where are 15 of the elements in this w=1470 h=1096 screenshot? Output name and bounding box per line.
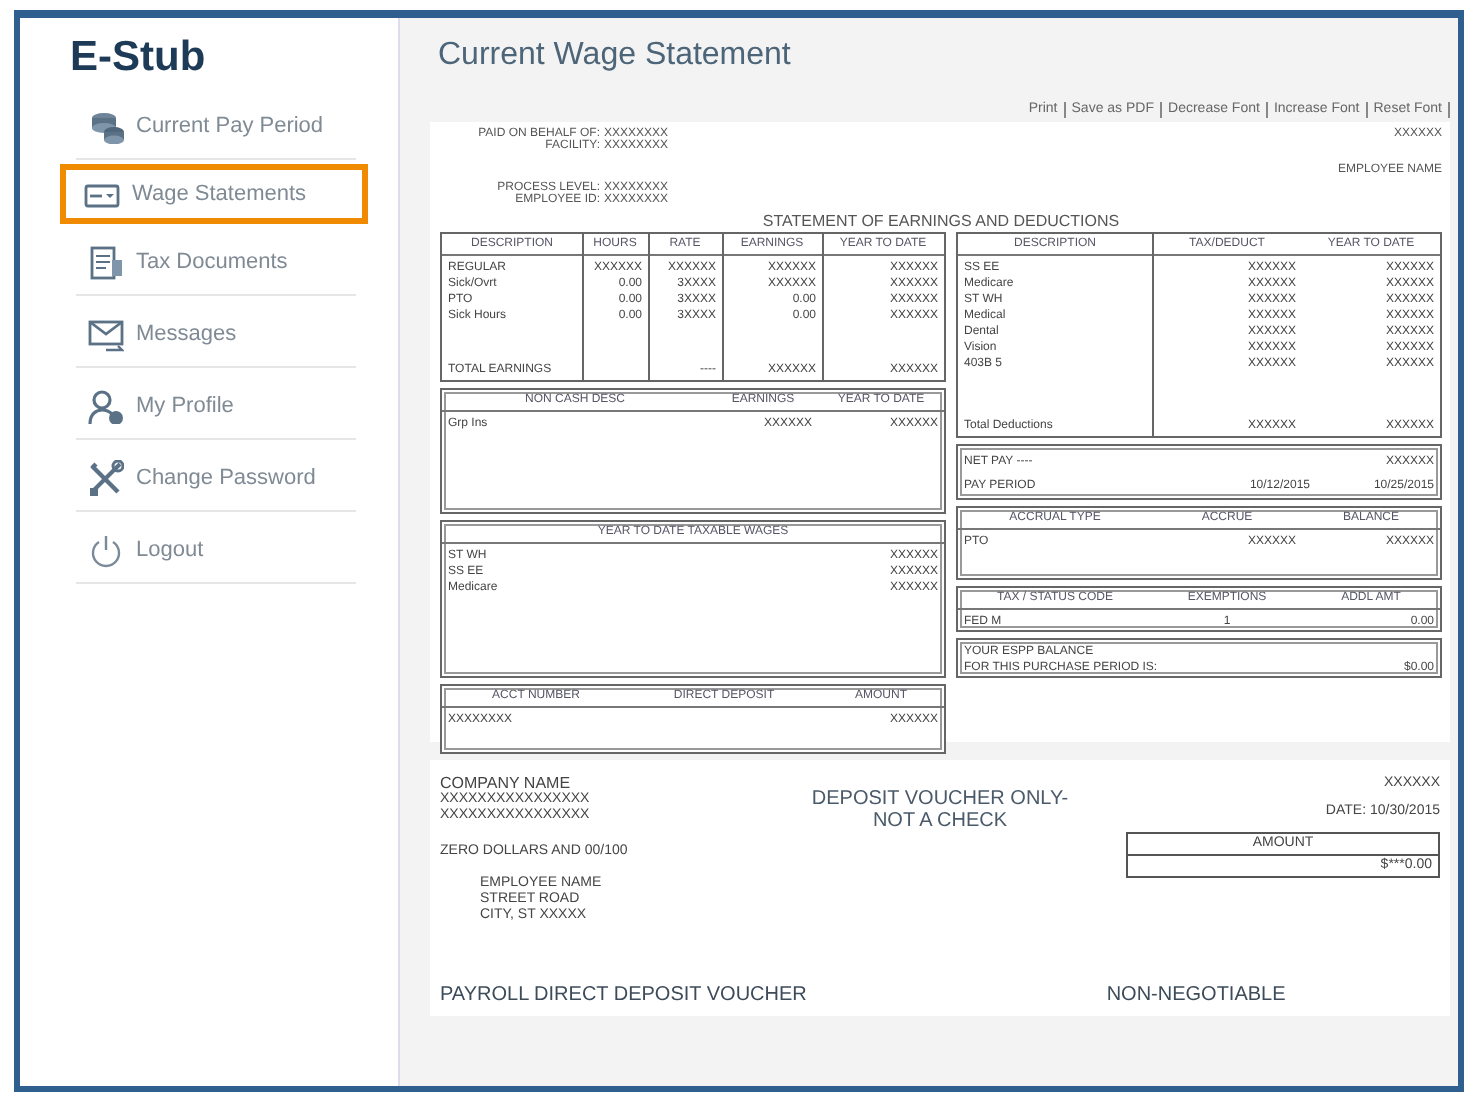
tools-icon <box>88 459 124 495</box>
app-title: E-Stub <box>70 34 206 82</box>
voucher-notice: DEPOSIT VOUCHER ONLY- <box>811 788 1069 810</box>
voucher-notice: NOT A CHECK <box>872 810 1008 832</box>
company-name: COMPANY NAME <box>440 776 571 792</box>
sidebar-item[interactable]: Wage Statements <box>64 168 364 220</box>
document-icon <box>88 243 124 279</box>
coins-icon <box>88 107 124 143</box>
statement-title: STATEMENT OF EARNINGS AND DEDUCTIONS <box>762 212 1120 230</box>
envelope-icon <box>88 315 124 351</box>
page-title: Current Wage Statement <box>438 38 791 74</box>
power-icon <box>88 531 124 567</box>
person-icon <box>88 387 124 423</box>
voucher-footer: PAYROLL DIRECT DEPOSIT VOUCHER <box>440 984 1107 1006</box>
voucher-footer: NON-NEGOTIABLE <box>1106 984 1440 1006</box>
